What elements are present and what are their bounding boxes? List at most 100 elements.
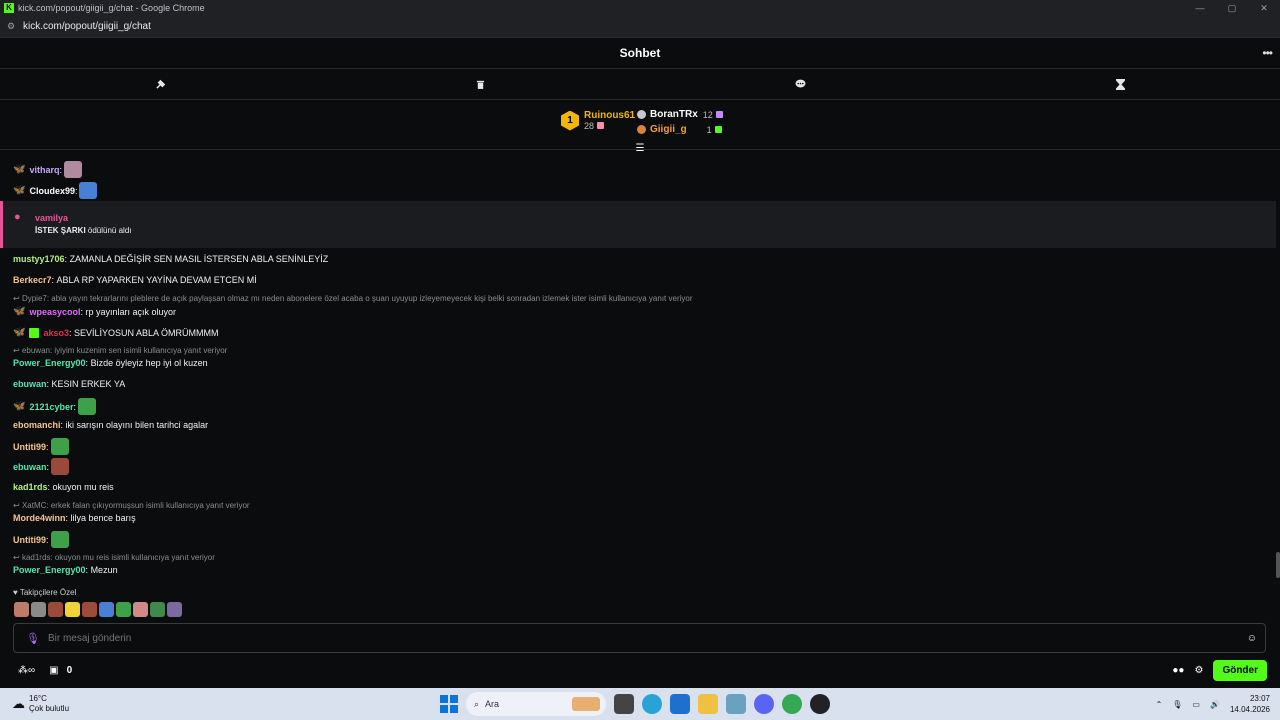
chat-message[interactable]: ebuwan:: [13, 458, 70, 475]
microphone-tray-icon[interactable]: 🎙: [1172, 700, 1182, 709]
chat-message[interactable]: 🦋 Cloudex99:: [13, 182, 98, 199]
chat-username[interactable]: 2121cyber: [29, 402, 73, 412]
reply-context[interactable]: ↩ kad1rds: okuyon mu reis isimli kullanı…: [13, 553, 215, 562]
chat-message[interactable]: Power_Energy00: Bizde öyleyiz hep iyi ol…: [13, 358, 208, 368]
microphone-icon[interactable]: 🎙: [26, 632, 40, 645]
chat-username[interactable]: mustyy1706: [13, 254, 65, 264]
chat-text: iki sarışın olayını bilen tarihci agalar: [65, 420, 209, 430]
chat-username[interactable]: Power_Energy00: [13, 565, 86, 575]
mod-tools-button[interactable]: [0, 69, 320, 99]
clock[interactable]: 23:07 14.04.2026: [1230, 693, 1270, 715]
chat-message[interactable]: Berkecr7: ABLA RP YAPARKEN YAYİNA DEVAM …: [13, 275, 257, 285]
chat-bubble-icon[interactable]: ●●: [1172, 665, 1184, 676]
app-icon[interactable]: [810, 694, 830, 714]
emote-button[interactable]: [133, 602, 148, 617]
emote-button[interactable]: [48, 602, 63, 617]
maximize-button[interactable]: ▢: [1216, 3, 1248, 14]
chat-username[interactable]: Cloudex99: [29, 186, 75, 196]
task-view-icon[interactable]: [614, 694, 634, 714]
chat-message[interactable]: ebomanchi: iki sarışın olayını bilen tar…: [13, 420, 208, 430]
search-placeholder: Ara: [485, 699, 500, 709]
chat-title: Sohbet: [619, 46, 661, 60]
edge-browser-icon[interactable]: [642, 694, 662, 714]
minimize-button[interactable]: —: [1184, 3, 1216, 14]
chat-username[interactable]: ebomanchi: [13, 420, 61, 430]
chat-username[interactable]: Untiti99: [13, 535, 46, 545]
leaderboard-second-count: 12: [702, 109, 713, 120]
chat-username[interactable]: Power_Energy00: [13, 358, 86, 368]
gift-icon: [715, 111, 723, 118]
chat-message[interactable]: Untiti99:: [13, 531, 69, 548]
store-icon[interactable]: ▣: [49, 665, 58, 676]
emote-button[interactable]: [99, 602, 114, 617]
chat-scrollbar[interactable]: [1276, 552, 1280, 578]
reply-context[interactable]: ↩ XatMC: erkek falan çıkıyormuşsun isiml…: [13, 501, 250, 510]
chat-username[interactable]: Untiti99: [13, 442, 46, 452]
leaderboard-second[interactable]: BoranTRx 12: [637, 107, 723, 122]
clear-chat-button[interactable]: [320, 69, 640, 99]
chat-text: lilya bence barış: [70, 513, 136, 523]
search-highlight-image: [572, 697, 600, 711]
weather-widget[interactable]: ☁ 16°C Çok bulutlu: [12, 694, 69, 714]
store-app-icon[interactable]: [670, 694, 690, 714]
chevron-up-icon[interactable]: ⌃: [1156, 700, 1163, 709]
chat-message[interactable]: kad1rds: okuyon mu reis: [13, 482, 114, 492]
emote-image: [50, 531, 69, 548]
chat-text: okuyon mu reis: [52, 482, 114, 492]
emote-button[interactable]: [82, 602, 97, 617]
emote-button[interactable]: [31, 602, 46, 617]
chat-username[interactable]: wpeasycool: [29, 307, 80, 317]
chat-message[interactable]: 🦋 akso3: SEVİLİYOSUN ABLA ÖMRÜMMMM: [13, 327, 219, 338]
address-bar[interactable]: ⚙ kick.com/popout/giigii_g/chat: [0, 16, 1280, 38]
chat-username[interactable]: Morde4winn: [13, 513, 66, 523]
network-icon[interactable]: ▭: [1192, 700, 1200, 709]
chat-username[interactable]: ebuwan: [13, 379, 47, 389]
chat-text: ZAMANLA DEĞİŞİR SEN MASIL İSTERSEN ABLA …: [69, 254, 329, 264]
chat-message[interactable]: Power_Energy00: Mezun: [13, 565, 118, 575]
more-options-icon[interactable]: •••: [1262, 46, 1273, 60]
chat-message[interactable]: 🦋 wpeasycool: rp yayınları açık oluyor: [13, 306, 176, 317]
emote-button[interactable]: [14, 602, 29, 617]
slow-mode-button[interactable]: [960, 69, 1280, 99]
reply-context[interactable]: ↩ Dypie7: abla yayın tekrarlarını pleble…: [13, 294, 693, 303]
message-input[interactable]: [47, 632, 1247, 644]
system-tray: ⌃ 🎙 ▭ 🔊 23:07 14.04.2026: [1156, 693, 1270, 715]
emote-button[interactable]: [65, 602, 80, 617]
site-settings-icon[interactable]: ⚙: [7, 21, 17, 32]
chat-username[interactable]: ebuwan: [13, 462, 47, 472]
channel-points-icon[interactable]: ⁂∞: [18, 665, 35, 676]
emote-button[interactable]: [150, 602, 165, 617]
chat-message[interactable]: ebuwan: KESIN ERKEK YA: [13, 379, 125, 389]
gift-icon: [714, 126, 722, 133]
chat-username[interactable]: Berkecr7: [13, 275, 52, 285]
leaderboard-third[interactable]: Giigii_g 1: [637, 122, 723, 137]
chat-username[interactable]: vitharq: [29, 165, 59, 175]
chat-username[interactable]: kad1rds: [13, 482, 48, 492]
discord-icon[interactable]: [754, 694, 774, 714]
chat-username[interactable]: akso3: [43, 328, 69, 338]
app-icon[interactable]: [726, 694, 746, 714]
reward-user[interactable]: vamilya: [35, 213, 68, 223]
chat-message[interactable]: mustyy1706: ZAMANLA DEĞİŞİR SEN MASIL İS…: [13, 254, 328, 264]
chat-message[interactable]: Untiti99:: [13, 438, 69, 455]
chat-message[interactable]: 🦋 2121cyber:: [13, 398, 97, 415]
windows-start-icon[interactable]: [440, 695, 458, 713]
leaderboard-first[interactable]: 1 Ruinous61 28: [561, 110, 635, 131]
chat-message[interactable]: 🦋 vitharq:: [13, 161, 82, 178]
emoji-picker-icon[interactable]: ☺: [1247, 633, 1257, 644]
volume-icon[interactable]: 🔊: [1210, 700, 1220, 709]
emote-image: [50, 438, 69, 455]
emote-button[interactable]: [116, 602, 131, 617]
reply-context[interactable]: ↩ ebuwan: iyiyim kuzenim sen isimli kull…: [13, 346, 227, 355]
send-button[interactable]: Gönder: [1213, 659, 1267, 681]
taskbar-search[interactable]: ⌕ Ara: [466, 692, 606, 716]
moderation-toolbar: [0, 69, 1280, 100]
chat-message[interactable]: Morde4winn: lilya bence barış: [13, 513, 136, 523]
chrome-icon[interactable]: [782, 694, 802, 714]
settings-gear-icon[interactable]: ⚙: [1194, 665, 1203, 676]
file-explorer-icon[interactable]: [698, 694, 718, 714]
emote-button[interactable]: [167, 602, 182, 617]
url-text[interactable]: kick.com/popout/giigii_g/chat: [23, 21, 151, 32]
chat-settings-button[interactable]: [640, 69, 960, 99]
close-button[interactable]: ✕: [1248, 3, 1280, 14]
